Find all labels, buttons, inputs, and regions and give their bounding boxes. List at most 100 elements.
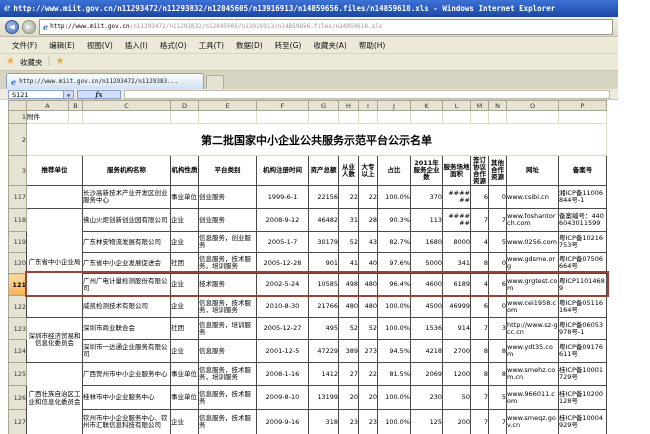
cell[interactable]: 96.4% (378, 274, 411, 296)
cell[interactable]: 0 (489, 186, 507, 209)
table-header-cell[interactable]: 占比 (378, 156, 411, 186)
cell[interactable]: 50 (443, 386, 471, 410)
cell-recommender[interactable]: 广西壮族自治区工业和信息化委员会 (27, 363, 83, 434)
cell-recommender[interactable]: 深圳市经济贸易和信息化委员会 (27, 318, 83, 363)
cell[interactable]: 粤ICP备07506664号 (559, 253, 607, 274)
cell-attachment[interactable]: 附件 (27, 111, 69, 124)
table-header-cell[interactable]: 机构注册时间 (257, 156, 309, 186)
cell-recommender[interactable]: 广东省中小企业局 (27, 209, 83, 318)
row-header-122[interactable]: 122 (9, 296, 27, 318)
cell[interactable]: 粤ICP备09176611号 (559, 340, 607, 363)
cell[interactable]: 桂ICP备10001729号 (559, 363, 607, 386)
cell[interactable]: www.gdsme.org (507, 253, 559, 274)
column-header-K[interactable]: K (411, 101, 443, 111)
new-tab-stub[interactable] (206, 75, 224, 89)
cell[interactable]: 81.5% (378, 363, 411, 386)
cell[interactable]: 企业 (171, 340, 199, 363)
cell[interactable]: 6 (471, 186, 489, 209)
menu-item-goto[interactable]: 转至(G) (269, 40, 308, 51)
cell[interactable]: 2009-9-16 (257, 410, 309, 434)
row-header-125[interactable]: 125 (9, 363, 27, 386)
row-header-3[interactable]: 3 (9, 156, 27, 186)
cell[interactable]: 4500 (411, 296, 443, 318)
cell[interactable]: 1999-6-1 (257, 186, 309, 209)
cell[interactable]: 97.6% (378, 253, 411, 274)
cell[interactable]: 100.0% (378, 186, 411, 209)
cell[interactable]: http://www.sz-gcc.cn (507, 318, 559, 340)
table-header-cell[interactable]: 服务机构名称 (83, 156, 171, 186)
cell[interactable]: www.smehz.com.cn (507, 363, 559, 386)
cell[interactable]: 备案编号：4406043011599 (559, 209, 607, 232)
cell[interactable]: 22 (359, 363, 378, 386)
cell[interactable]: 28 (359, 209, 378, 232)
cell[interactable]: 8 (471, 340, 489, 363)
cell[interactable]: 信息服务，技术服务，培训服务 (199, 253, 257, 274)
cell[interactable]: 2009-8-10 (257, 386, 309, 410)
cell[interactable]: 341 (443, 253, 471, 274)
cell[interactable]: 深圳市商业联合会 (83, 318, 171, 340)
cell[interactable]: 粤ICP备05116164号 (559, 296, 607, 318)
cell[interactable]: 22 (339, 186, 359, 209)
cell[interactable]: 创业服务 (199, 209, 257, 232)
cell[interactable]: www.966011.com (507, 386, 559, 410)
cell[interactable]: 22 (359, 186, 378, 209)
column-header-H[interactable]: H (339, 101, 359, 111)
cell[interactable]: 桂林市中小企业服务中心 (83, 386, 171, 410)
cell[interactable]: 914 (443, 318, 471, 340)
row-header-124[interactable]: 124 (9, 340, 27, 363)
cell[interactable]: 8000 (443, 232, 471, 253)
cell[interactable]: 粤ICP11014689 (559, 274, 607, 296)
cell[interactable]: 粤ICP备10216753号 (559, 232, 607, 253)
cell[interactable]: 901 (309, 253, 339, 274)
select-all-corner[interactable] (9, 101, 27, 111)
cell[interactable]: 40 (359, 253, 378, 274)
sheet-title-cell[interactable]: 第二批国家中小企业公共服务示范平台公示名单 (27, 124, 607, 156)
cell[interactable]: 2008-1-16 (257, 363, 309, 386)
cell[interactable] (559, 111, 607, 124)
cell[interactable]: 桂ICP备10200128号 (559, 386, 607, 410)
cell[interactable]: 2001-12-5 (257, 340, 309, 363)
cell[interactable]: 湘ICP备11006844号-1 (559, 186, 607, 209)
cell[interactable]: 1200 (443, 363, 471, 386)
cell[interactable]: 480 (339, 296, 359, 318)
row-header-121[interactable]: 121 (9, 274, 27, 296)
cell[interactable]: 498 (339, 274, 359, 296)
cell[interactable]: 3 (489, 318, 507, 340)
cell[interactable]: 2069 (411, 363, 443, 386)
cell[interactable] (339, 111, 359, 124)
browser-tab-active[interactable]: e http://www.miit.gov.cn/n11293472/n1129… (6, 73, 204, 89)
cell[interactable]: 31 (339, 209, 359, 232)
cell[interactable]: 10585 (309, 274, 339, 296)
cell[interactable]: 2005-12-27 (257, 318, 309, 340)
cell[interactable]: 52 (339, 318, 359, 340)
cell[interactable]: 4 (471, 232, 489, 253)
table-header-cell[interactable]: 机构性质 (171, 156, 199, 186)
table-header-cell[interactable]: 服务场地面积 (443, 156, 471, 186)
table-header-cell[interactable]: 签订协议合作资源 (471, 156, 489, 186)
cell[interactable]: 30179 (309, 232, 339, 253)
cell[interactable]: www.smeqz.gov.cn (507, 410, 559, 434)
cell[interactable]: 企业 (171, 232, 199, 253)
cell[interactable]: 信息服务，培训服务 (199, 318, 257, 340)
forward-button[interactable]: ▶ (22, 20, 36, 34)
cell[interactable]: 广州广电计量检测股份有限公司 (83, 274, 171, 296)
cell[interactable]: 495 (309, 318, 339, 340)
cell[interactable]: 社团 (171, 253, 199, 274)
column-header-E[interactable]: E (199, 101, 257, 111)
cell[interactable]: 8 (489, 363, 507, 386)
formula-input[interactable] (124, 90, 610, 99)
back-button[interactable]: ◀ (5, 20, 19, 34)
menu-item-file[interactable]: 文件(F) (6, 40, 43, 51)
table-header-cell[interactable]: 其他合作资源 (489, 156, 507, 186)
table-header-cell[interactable]: 从业人数 (339, 156, 359, 186)
cell[interactable]: 0 (489, 253, 507, 274)
row-header-127[interactable]: 127 (9, 410, 27, 434)
cell[interactable]: 46482 (309, 209, 339, 232)
table-header-cell[interactable]: 网址 (507, 156, 559, 186)
cell[interactable]: 1536 (411, 318, 443, 340)
cell[interactable]: 信息服务，技术服务 (199, 410, 257, 434)
cell[interactable]: 深圳市一达通企业服务有限公司 (83, 340, 171, 363)
column-header-F[interactable]: F (257, 101, 309, 111)
cell[interactable]: 1680 (411, 232, 443, 253)
name-box[interactable]: S121 (8, 90, 64, 99)
